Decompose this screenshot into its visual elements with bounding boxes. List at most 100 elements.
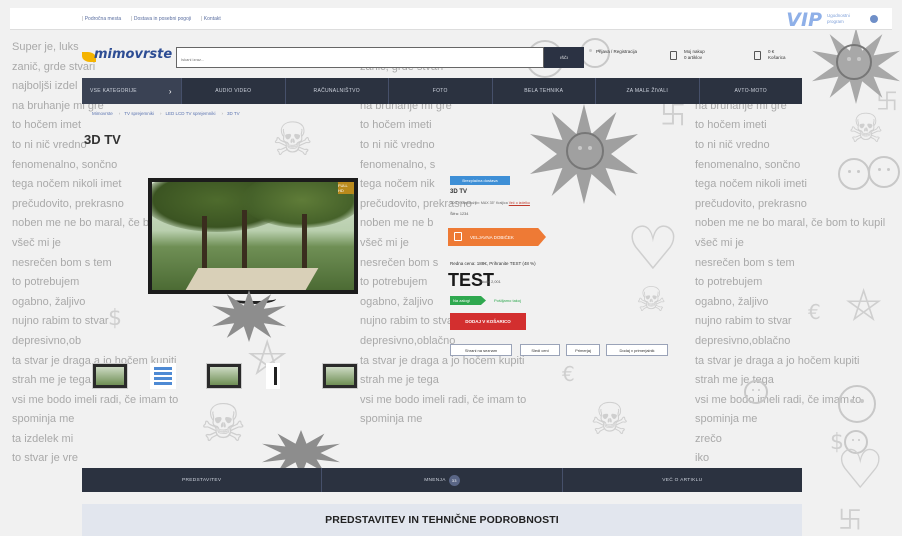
tab-presentation[interactable]: PREDSTAVITEV: [82, 468, 323, 492]
basket-icon[interactable]: [754, 51, 761, 60]
skull-icon: ☠: [590, 394, 630, 445]
nav-item[interactable]: AVTO-MOTO: [700, 78, 803, 104]
gift-icon: [454, 232, 462, 241]
product-thumbnail[interactable]: [150, 363, 176, 389]
top-utility-bar: Področna mesta Dostava in posebni pogoji…: [10, 8, 892, 31]
full-hd-badge: FULL HD: [338, 182, 354, 194]
save-to-list-button[interactable]: Shrani na seznam: [450, 344, 512, 356]
sad-face-icon: [838, 385, 876, 423]
product-name: 3D TV: [450, 189, 468, 195]
nav-item[interactable]: ZA MALE ŽIVALI: [596, 78, 700, 104]
search-button[interactable]: IŠČI: [544, 47, 584, 68]
tab-label: MNENJA: [424, 477, 446, 483]
breadcrumb-item: 3D TV: [221, 111, 240, 116]
thumbnail-image: [96, 367, 124, 385]
section-heading: PREDSTAVITEV IN TEHNIČNE PODROBNOSTI: [82, 504, 802, 536]
tab-reviews[interactable]: MNENJA 33: [322, 468, 563, 492]
breadcrumb-item[interactable]: LED LCD TV sprejemniki: [160, 111, 216, 116]
track-price-button[interactable]: Sledi ceni: [520, 344, 560, 356]
promo-cta-button[interactable]: VELJAVNA DOBIČEK: [448, 228, 546, 246]
park-path: [185, 268, 319, 290]
nav-item[interactable]: RAČUNALNIŠTVO: [286, 78, 389, 104]
background-text-line: všeč mi je: [695, 236, 744, 249]
basket-link[interactable]: 0 € Košarica: [768, 49, 798, 61]
promo-cta-label: VELJAVNA DOBIČEK: [470, 234, 514, 240]
background-text-line: to ni nič vredno: [360, 138, 435, 151]
my-purchase-label: Moj nakup: [684, 49, 705, 54]
more-about-product-link[interactable]: Več o izdelku: [509, 201, 530, 205]
smiley-face-icon: [868, 156, 900, 188]
product-tabs: PREDSTAVITEV MNENJA 33 VEČ O ARTIKLU: [82, 468, 802, 492]
euro-sign-icon: €: [808, 300, 821, 324]
main-navigation: VSE KATEGORIJE AUDIO VIDEO RAČUNALNIŠTVO FO…: [82, 78, 802, 104]
background-text-line: vsi me bodo imeli radi, če imam to: [12, 393, 179, 406]
nav-item-label: VSE KATEGORIJE: [90, 88, 137, 94]
dollar-sign-icon: $: [830, 430, 844, 455]
product-thumbnail[interactable]: [92, 363, 128, 389]
compare-button[interactable]: Primerjaj: [566, 344, 600, 356]
product-main-image[interactable]: FULL HD: [148, 178, 358, 294]
background-text-line: to hočem imeti: [360, 119, 432, 132]
site-logo[interactable]: mimovrste: [94, 47, 172, 62]
tab-label: VEČ O ARTIKLU: [662, 477, 703, 483]
product-thumbnail[interactable]: [266, 363, 280, 389]
thumbnail-image: [274, 367, 277, 385]
vip-subtitle: Ugodnostni program: [827, 13, 850, 24]
nav-item-label: AUDIO VIDEO: [215, 88, 252, 94]
login-link[interactable]: Prijava / Registracija: [596, 49, 640, 55]
product-code: Šifra: 1234: [450, 212, 469, 216]
tree-trunk: [202, 216, 207, 272]
product-thumbnail[interactable]: [322, 363, 358, 389]
background-text-line: noben me ne bo maral, če bom to kupil: [695, 217, 886, 230]
background-text-line: depresivno,oblačno: [695, 334, 791, 347]
skull-icon: ☠: [272, 112, 314, 166]
euro-sign-icon: €: [562, 362, 575, 386]
nav-item-label: BELA TEHNIKA: [524, 88, 564, 94]
background-text-line: ta izdelek mi: [12, 432, 74, 445]
nav-item-label: FOTO: [432, 88, 448, 94]
add-to-cart-button[interactable]: DODAJ V KOŠARICO: [450, 313, 526, 330]
basket-label: Košarica: [768, 55, 786, 60]
product-description-text: 3D TV razpoložljiv: MAX 35" Kraljica: [450, 201, 508, 205]
regular-price: Redna cena: 188€, Prihranite TEST (48 %): [450, 261, 536, 266]
pentagram-icon: ⛤: [846, 280, 882, 331]
product-info-panel: Brezplačna dostava 3D TV 3D TV razpoložl…: [444, 172, 684, 362]
background-text-line: to stvar je vre: [12, 452, 79, 465]
product-thumbnail[interactable]: [206, 363, 242, 389]
tab-more-about-item[interactable]: VEČ O ARTIKLU: [563, 468, 802, 492]
tree-trunk: [242, 210, 247, 272]
background-text-line: spominja me: [360, 413, 423, 426]
nav-item-label: RAČUNALNIŠTVO: [313, 88, 360, 94]
top-link[interactable]: Področna mesta: [82, 16, 121, 22]
shipping-note: Pošiljamo takoj: [494, 298, 521, 303]
page-title: 3D TV: [84, 132, 121, 147]
tree-trunk: [302, 214, 307, 272]
breadcrumb-item[interactable]: TV sprejemniki: [119, 111, 154, 116]
breadcrumb-item[interactable]: Mimovrste: [92, 111, 113, 116]
add-to-comparator-button[interactable]: Dodaj v primerjalnik: [606, 344, 668, 356]
search-box: [176, 47, 544, 69]
vip-info-icon[interactable]: [870, 15, 878, 23]
top-link[interactable]: Dostava in posebni pogoji: [131, 16, 191, 22]
nav-item[interactable]: FOTO: [389, 78, 493, 104]
background-text-line: ta stvar je draga a jo hočem kupiti: [695, 354, 860, 367]
background-text-line: nujno rabim to stvar: [12, 315, 109, 328]
my-purchase-count: 0 artiklov: [684, 55, 703, 60]
nav-item[interactable]: AUDIO VIDEO: [182, 78, 286, 104]
nav-item[interactable]: BELA TEHNIKA: [493, 78, 596, 104]
search-input[interactable]: [177, 50, 543, 69]
background-text-line: [360, 430, 526, 450]
cart-icon[interactable]: [670, 51, 677, 60]
basket-total: 0 €: [768, 49, 775, 54]
top-link[interactable]: Kontakt: [201, 16, 221, 22]
nav-item[interactable]: VSE KATEGORIJE: [82, 78, 182, 104]
skull-icon: ☠: [200, 394, 247, 454]
vip-logo[interactable]: VIP: [786, 9, 822, 31]
dollar-sign-icon: $: [108, 306, 122, 331]
product-description: 3D TV razpoložljiv: MAX 35" Kraljica Več…: [450, 201, 530, 205]
background-text-line: strah me je tega: [360, 374, 439, 387]
my-purchase-link[interactable]: Moj nakup 0 artiklov: [684, 49, 724, 61]
swastika-icon: 卐: [876, 90, 899, 115]
background-text-line: depresivno,ob: [12, 334, 82, 347]
background-text-line: nesrečen bom s tem: [695, 256, 795, 269]
